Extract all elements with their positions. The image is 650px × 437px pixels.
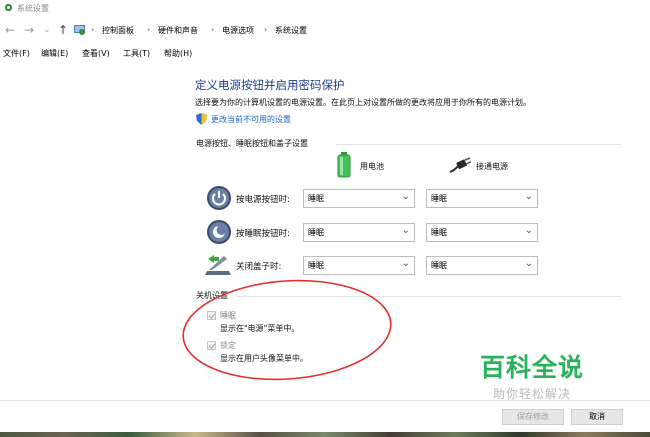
menu-bar: 文件(F) 编辑(E) 查看(V) 工具(T) 帮助(H) [0,46,650,60]
watermark-subtitle: 助你轻松解决 [493,387,572,401]
power-button-battery-select[interactable]: 睡眠 ⌄ [303,189,415,208]
chevron-down-icon: ⌄ [401,191,410,202]
select-value: 睡眠 [308,261,324,270]
chevron-down-icon: ⌄ [524,258,533,269]
breadcrumb-control-panel[interactable]: 控制面板 [102,25,134,36]
page-title: 定义电源按钮并启用密码保护 [195,78,345,92]
up-arrow-icon[interactable]: ↑ [56,23,70,37]
recent-chevron-down-icon[interactable]: ⌄ [40,23,54,37]
chevron-down-icon: ⌄ [524,225,533,236]
breadcrumb-separator: › [91,25,95,34]
plugged-in-column-label: 接通电源 [476,162,508,171]
battery-column-label: 用电池 [360,162,384,171]
navigation-bar: ← → ⌄ ↑ › 控制面板 › 硬件和声音 › 电源选项 › 系统设置 [0,20,650,42]
power-button-label: 按电源按钮时: [236,195,290,205]
control-panel-icon [74,25,85,35]
sleep-button-plugged-select[interactable]: 睡眠 ⌄ [426,223,538,242]
battery-icon [337,152,351,178]
menu-edit[interactable]: 编辑(E) [41,48,68,59]
window-title: 系统设置 [17,4,49,13]
menu-tools[interactable]: 工具(T) [123,48,150,59]
sleep-button-label: 按睡眠按钮时: [236,229,290,239]
page-description: 选择要为你的计算机设置的电源设置。在此页上对设置所做的更改将应用于你所有的电源计… [195,98,531,107]
close-lid-label: 关闭盖子时: [236,262,282,272]
close-lid-battery-select[interactable]: 睡眠 ⌄ [303,256,415,275]
power-button-plugged-select[interactable]: 睡眠 ⌄ [426,189,538,208]
select-value: 睡眠 [308,194,324,203]
forward-arrow-icon[interactable]: → [22,23,36,37]
sleep-button-battery-select[interactable]: 睡眠 ⌄ [303,223,415,242]
system-settings-icon [4,3,13,12]
breadcrumb-system-settings[interactable]: 系统设置 [275,25,307,36]
chevron-down-icon: ⌄ [401,225,410,236]
background-strip [0,432,650,437]
save-changes-button[interactable]: 保存修改 [502,409,564,425]
breadcrumb-separator: › [211,25,215,34]
select-value: 睡眠 [308,228,324,237]
chevron-down-icon: ⌄ [401,258,410,269]
select-value: 睡眠 [431,261,447,270]
menu-view[interactable]: 查看(V) [82,48,110,59]
title-bar: 系统设置 [0,0,650,17]
close-lid-plugged-select[interactable]: 睡眠 ⌄ [426,256,538,275]
change-unavailable-settings-link[interactable]: 更改当前不可用的设置 [211,114,291,125]
section-divider [336,144,621,145]
select-value: 睡眠 [431,194,447,203]
power-buttons-section-title: 电源按钮、睡眠按钮和盖子设置 [196,139,308,148]
sleep-button-icon [207,220,231,244]
uac-shield-icon [196,113,207,125]
breadcrumb-separator: › [264,25,268,34]
breadcrumb-power-options[interactable]: 电源选项 [222,25,254,36]
watermark-title: 百科全说 [480,353,585,382]
red-annotation-ellipse [182,279,392,381]
breadcrumb-separator: › [147,25,151,34]
chevron-down-icon: ⌄ [524,191,533,202]
menu-help[interactable]: 帮助(H) [164,48,192,59]
power-button-icon [207,186,231,210]
power-plug-icon [449,157,471,173]
select-value: 睡眠 [431,228,447,237]
cancel-button[interactable]: 取消 [571,409,623,425]
laptop-lid-icon [205,255,231,275]
back-arrow-icon[interactable]: ← [3,23,17,37]
menu-file[interactable]: 文件(F) [3,48,30,59]
breadcrumb-hardware-sound[interactable]: 硬件和声音 [158,25,198,36]
